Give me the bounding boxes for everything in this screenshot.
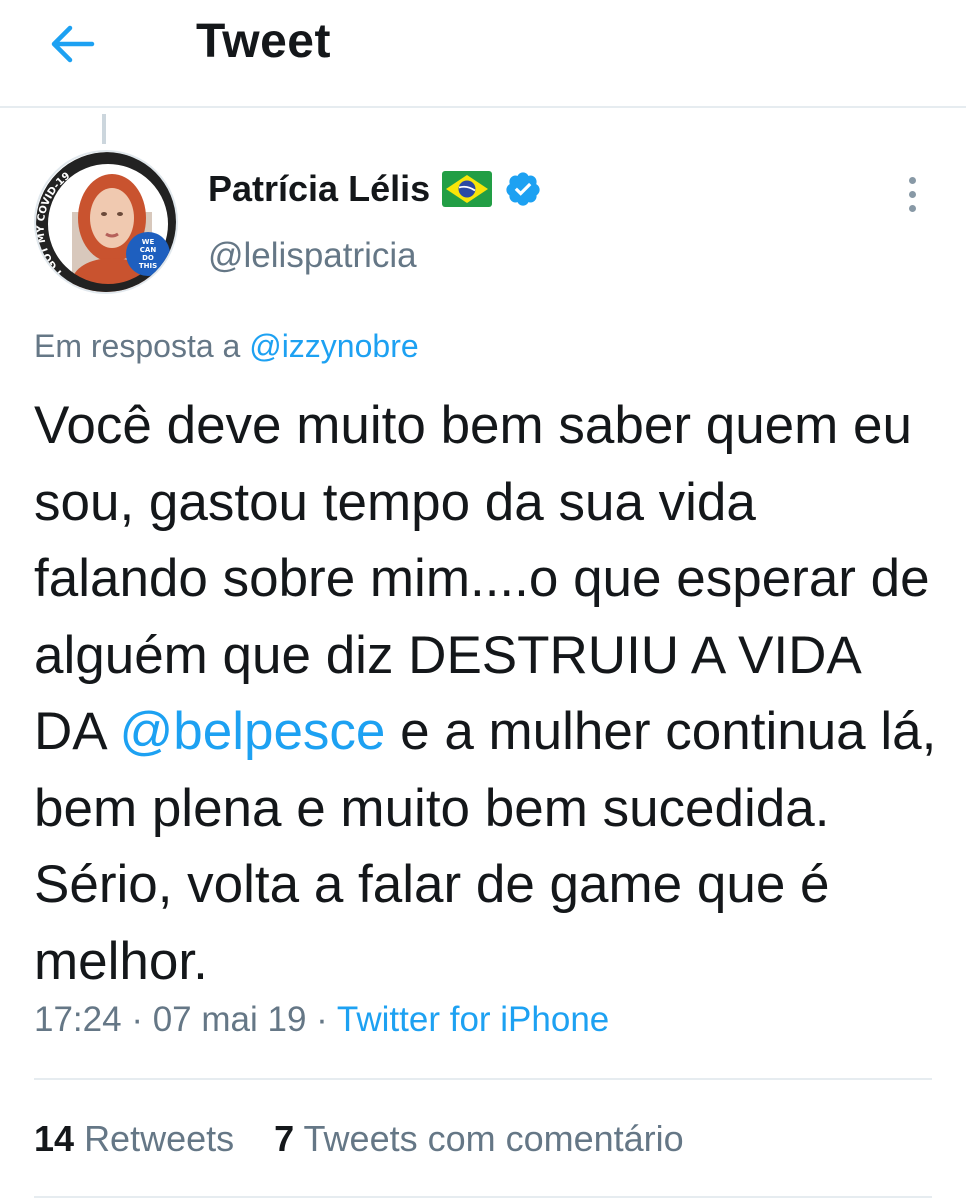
badge-text-line: CAN bbox=[140, 246, 157, 254]
verified-badge-icon bbox=[506, 172, 540, 206]
more-dots-icon bbox=[908, 204, 916, 212]
badge-text-line: THIS bbox=[139, 262, 157, 270]
retweets-count: 14 bbox=[34, 1118, 75, 1159]
more-options-button[interactable] bbox=[894, 170, 930, 218]
brazil-flag-icon bbox=[442, 171, 493, 207]
avatar-image: I GOT MY COVID-19 VACCINE WE CAN DO THIS bbox=[36, 152, 176, 292]
mention-link[interactable]: @belpesce bbox=[119, 702, 385, 761]
page-title: Tweet bbox=[196, 15, 331, 68]
badge-text-line: DO bbox=[142, 254, 154, 262]
retweets-label: Retweets bbox=[84, 1118, 235, 1159]
tweet-date: 07 mai 19 bbox=[152, 1000, 307, 1039]
badge-text-line: WE bbox=[142, 238, 155, 246]
quote-tweets-count: 7 bbox=[274, 1118, 295, 1159]
meta-separator: · bbox=[316, 1000, 328, 1039]
thread-connector-line bbox=[102, 114, 106, 144]
reply-handle-link[interactable]: @izzynobre bbox=[249, 328, 418, 364]
retweets-stat[interactable]: 14 Retweets bbox=[34, 1118, 244, 1159]
back-button[interactable] bbox=[44, 18, 100, 70]
author-name-row[interactable]: Patrícia Lélis bbox=[208, 168, 542, 210]
tweet-metadata: 17:24 · 07 mai 19 · Twitter for iPhone bbox=[34, 1000, 609, 1040]
more-dots-icon bbox=[908, 190, 916, 198]
tweet-source-link[interactable]: Twitter for iPhone bbox=[337, 1000, 609, 1039]
tweet-text: Você deve muito bem saber quem eu sou, g… bbox=[34, 388, 944, 1000]
reply-context: Em resposta a @izzynobre bbox=[34, 328, 419, 365]
more-dots-icon bbox=[908, 176, 916, 184]
reply-prefix: Em resposta a bbox=[34, 328, 241, 364]
tweet-time: 17:24 bbox=[34, 1000, 122, 1039]
engagement-stats: 14 Retweets 7 Tweets com comentário bbox=[34, 1118, 714, 1160]
meta-separator: · bbox=[131, 1000, 143, 1039]
divider bbox=[34, 1078, 932, 1080]
quote-tweets-label: Tweets com comentário bbox=[303, 1118, 684, 1159]
arrow-left-icon bbox=[51, 25, 95, 63]
author-handle[interactable]: @lelispatricia bbox=[208, 236, 417, 276]
divider bbox=[34, 1196, 932, 1198]
top-bar: Tweet bbox=[0, 0, 966, 108]
avatar[interactable]: I GOT MY COVID-19 VACCINE WE CAN DO THIS bbox=[34, 150, 178, 294]
author-name: Patrícia Lélis bbox=[208, 168, 431, 209]
quote-tweets-stat[interactable]: 7 Tweets com comentário bbox=[274, 1118, 684, 1159]
